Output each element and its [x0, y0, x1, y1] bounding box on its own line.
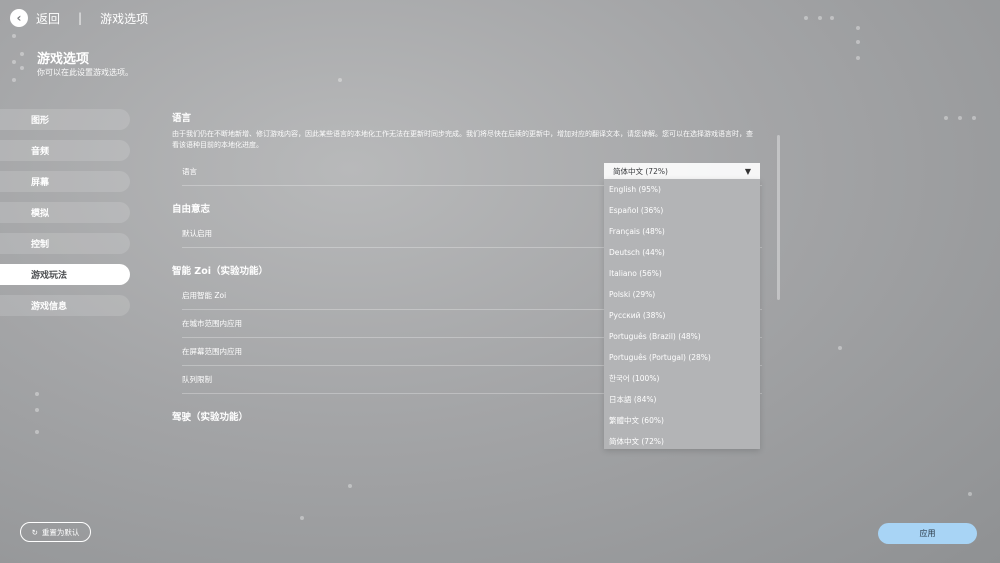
sidebar-item-screen[interactable]: 屏幕	[0, 171, 130, 192]
setting-label-language: 语言	[182, 167, 197, 176]
language-option[interactable]: 繁體中文 (60%)	[604, 410, 760, 431]
setting-label-default-enabled: 默认启用	[182, 229, 212, 238]
setting-label: 在屏幕范围内应用	[182, 347, 242, 356]
page-title: 游戏选项	[37, 52, 90, 67]
language-option[interactable]: 简体中文 (72%)	[604, 431, 760, 452]
language-option[interactable]: Italiano (56%)	[604, 263, 760, 284]
content-scrollbar[interactable]	[777, 135, 780, 300]
reset-icon: ↻	[31, 527, 38, 537]
setting-label: 启用智能 Zoi	[182, 291, 227, 300]
language-options-list: English (95%) Español (36%) Français (48…	[604, 179, 760, 449]
language-option[interactable]: Polski (29%)	[604, 284, 760, 305]
language-option[interactable]: Русский (38%)	[604, 305, 760, 326]
language-option[interactable]: 日本語 (84%)	[604, 389, 760, 410]
breadcrumb-separator: |	[78, 11, 83, 25]
sidebar-item-controls[interactable]: 控制	[0, 233, 130, 254]
sidebar-item-gameplay[interactable]: 游戏玩法	[0, 264, 130, 285]
language-select-value: 简体中文 (72%)	[613, 166, 668, 176]
language-option[interactable]: Deutsch (44%)	[604, 242, 760, 263]
section-title-language: 语言	[172, 113, 192, 124]
language-option[interactable]: Português (Brazil) (48%)	[604, 326, 760, 347]
back-icon[interactable]: ‹	[10, 9, 28, 27]
setting-label: 在城市范围内应用	[182, 319, 242, 328]
language-option[interactable]: Português (Portugal) (28%)	[604, 347, 760, 368]
sidebar-item-graphics[interactable]: 图形	[0, 109, 130, 130]
language-option[interactable]: 한국어 (100%)	[604, 368, 760, 389]
sidebar-item-game-info[interactable]: 游戏信息	[0, 295, 130, 316]
language-option[interactable]: Español (36%)	[604, 200, 760, 221]
reset-default-label: 重置为默认	[41, 527, 80, 537]
language-description: 由于我们仍在不断地新增、修订游戏内容，因此某些语言的本地化工作无法在更新时同步完…	[172, 130, 753, 149]
apply-button[interactable]: 应用	[878, 523, 977, 544]
sidebar-item-audio[interactable]: 音频	[0, 140, 130, 161]
sidebar-item-simulation[interactable]: 模拟	[0, 202, 130, 223]
breadcrumb-current: 游戏选项	[100, 11, 149, 26]
setting-label: 队列限制	[182, 375, 212, 384]
language-option[interactable]: Français (48%)	[604, 221, 760, 242]
top-bar: ‹ 返回 | 游戏选项	[10, 8, 148, 28]
back-button[interactable]: 返回	[36, 10, 60, 27]
reset-default-button[interactable]: ↻ 重置为默认	[20, 522, 91, 542]
caret-down-icon: ▼	[744, 166, 751, 176]
language-option[interactable]: English (95%)	[604, 179, 760, 200]
language-select[interactable]: 简体中文 (72%) ▼	[604, 163, 760, 179]
page-subtitle: 你可以在此设置游戏选项。	[37, 68, 133, 77]
sidebar: 图形 音频 屏幕 模拟 控制 游戏玩法 游戏信息	[0, 109, 130, 326]
